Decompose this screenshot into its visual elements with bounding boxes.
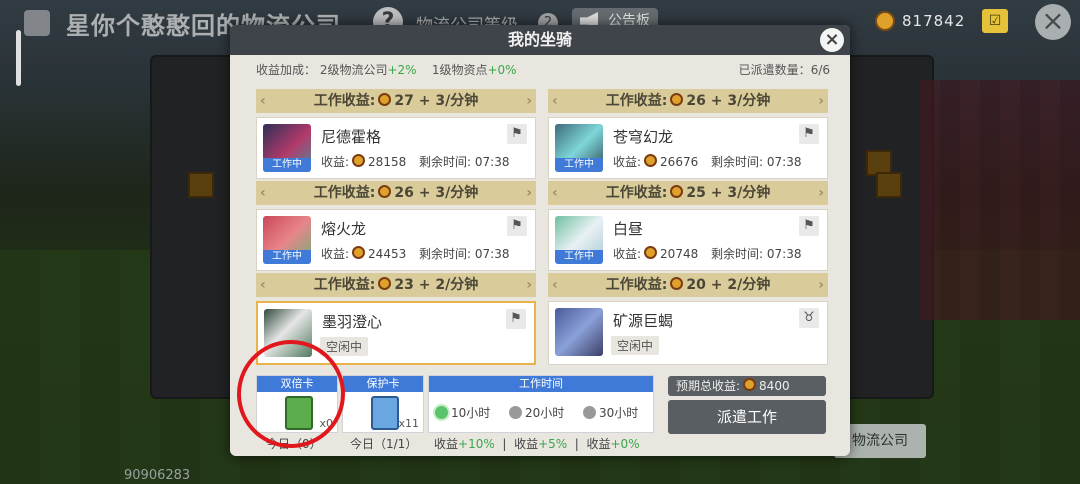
mount-card-daylight[interactable]: 工作中 白昼 收益: 20748 剩余时间: 07:38 ⚑ (548, 209, 828, 271)
coin-icon (378, 93, 392, 106)
radio-icon (509, 406, 522, 419)
working-tag: 工作中 (263, 250, 311, 264)
recall-icon[interactable]: ⚑ (799, 216, 819, 236)
recall-icon[interactable]: ⚑ (507, 216, 527, 236)
mount-portrait: 工作中 (555, 124, 603, 172)
work-income-strip: 工作收益:26 + 3/分钟 (256, 181, 536, 205)
resource-level: 1级物资点 (431, 63, 488, 77)
strip-label: 工作收益: (605, 93, 668, 109)
mount-card-nidhogg[interactable]: 工作中 尼德霍格 收益: 28158 剩余时间: 07:38 ⚑ (256, 117, 536, 179)
work-time-bonuses: 收益+10% | 收益+5% | 收益+0% (434, 437, 640, 451)
coin-count: 817842 (902, 12, 966, 30)
item-title: 保护卡 (343, 376, 423, 392)
shop-cart-button[interactable]: ☑ (982, 9, 1008, 33)
coin-icon (670, 185, 684, 198)
mount-income: 收益: 26676 (613, 154, 699, 169)
work-time-title: 工作时间 (429, 376, 653, 392)
mount-portrait: 工作中 (555, 216, 603, 264)
protect-card-today: 今日（1/1） (350, 437, 418, 451)
dispatched-value: 6/6 (810, 63, 830, 77)
mount-name: 矿源巨蝎 (613, 312, 674, 330)
recall-icon[interactable]: ⚑ (507, 124, 527, 144)
mount-portrait (555, 308, 603, 356)
coin-icon (670, 277, 684, 290)
mount-income: 收益: 24453 (321, 246, 407, 261)
mount-remaining-time: 剩余时间: 07:38 (711, 247, 802, 261)
work-time-option-20h[interactable]: 20小时 (509, 404, 564, 421)
mount-name: 尼德霍格 (321, 128, 382, 146)
mount-remaining-time: 剩余时间: 07:38 (711, 155, 802, 169)
dialog-header: 我的坐骑 × (230, 25, 850, 55)
work-time-selector: 工作时间 10小时 20小时 30小时 (428, 375, 654, 433)
work-income-strip: 工作收益: 26 + 3/分钟 (548, 89, 828, 113)
mount-name: 墨羽澄心 (322, 313, 383, 331)
working-tag: 工作中 (263, 158, 311, 172)
resource-bonus: +0% (487, 63, 517, 77)
radio-icon (583, 406, 596, 419)
coin-icon (875, 11, 895, 31)
mount-income: 收益: 28158 (321, 154, 407, 169)
protect-card-icon (371, 396, 399, 430)
radio-selected-icon (435, 406, 448, 419)
coin-icon (743, 378, 757, 391)
coin-icon (670, 93, 684, 106)
mount-name: 白昼 (613, 220, 644, 238)
idle-badge: 空闲中 (611, 336, 660, 355)
coin-icon (378, 185, 392, 198)
work-income-strip: 工作收益:20 + 2/分钟 (548, 273, 828, 297)
mount-portrait: 工作中 (263, 124, 311, 172)
mount-income: 收益: 20748 (613, 246, 699, 261)
dispatch-work-button[interactable]: 派遣工作 (668, 400, 826, 434)
home-icon[interactable] (24, 10, 50, 36)
protect-card-box[interactable]: 保护卡 x11 (342, 375, 424, 433)
mount-list[interactable]: 工作收益: 27 + 3/分钟 工作收益: 26 + 3/分钟 工作中 尼德霍格 收… (256, 83, 830, 373)
working-tag: 工作中 (555, 250, 603, 264)
mount-card-lava-dragon[interactable]: 工作中 熔火龙 收益: 24453 剩余时间: 07:38 ⚑ (256, 209, 536, 271)
mount-portrait: 工作中 (263, 216, 311, 264)
mount-remaining-time: 剩余时间: 07:38 (419, 247, 510, 261)
dialog-title: 我的坐骑 (507, 30, 572, 49)
strip-value: 26 + 3/分钟 (686, 93, 771, 109)
work-income-strip: 工作收益:23 + 2/分钟 (256, 273, 536, 297)
strip-value: 27 + 3/分钟 (394, 93, 479, 109)
dialog-close-icon[interactable]: × (820, 28, 844, 52)
scorpion-icon[interactable]: ♉ (799, 308, 819, 328)
mount-card-ore-scorpion[interactable]: 矿源巨蝎 空闲中 ♉ (548, 301, 828, 365)
work-time-option-30h[interactable]: 30小时 (583, 404, 638, 421)
dispatched-count: 已派遣数量：6/6 (739, 61, 830, 78)
mount-name: 熔火龙 (321, 220, 367, 238)
close-icon[interactable]: × (1035, 4, 1071, 40)
work-income-strip: 工作收益: 27 + 3/分钟 (256, 89, 536, 113)
company-level: 2级物流公司 (319, 63, 388, 77)
income-bonus-label: 收益加成： (256, 63, 317, 77)
dispatch-icon[interactable]: ⚑ (506, 309, 526, 329)
dispatched-label: 已派遣数量： (738, 63, 811, 77)
coin-icon (378, 277, 392, 290)
income-bonus-bar: 收益加成： 2级物流公司+2% 1级物资点+0% 已派遣数量：6/6 (256, 61, 830, 81)
scrollbar[interactable] (16, 30, 21, 86)
expected-income: 预期总收益: 8400 (668, 376, 826, 396)
working-tag: 工作中 (555, 158, 603, 172)
mount-remaining-time: 剩余时间: 07:38 (419, 155, 510, 169)
work-income-strip: 工作收益:25 + 3/分钟 (548, 181, 828, 205)
company-bonus: +2% (387, 63, 417, 77)
player-id: 90906283 (124, 468, 191, 483)
strip-label: 工作收益: (313, 93, 376, 109)
work-time-option-10h[interactable]: 10小时 (435, 404, 490, 421)
mount-card-sky-dragon[interactable]: 工作中 苍穹幻龙 收益: 26676 剩余时间: 07:38 ⚑ (548, 117, 828, 179)
recall-icon[interactable]: ⚑ (799, 124, 819, 144)
item-count: x11 (398, 417, 419, 430)
mount-name: 苍穹幻龙 (613, 128, 674, 146)
